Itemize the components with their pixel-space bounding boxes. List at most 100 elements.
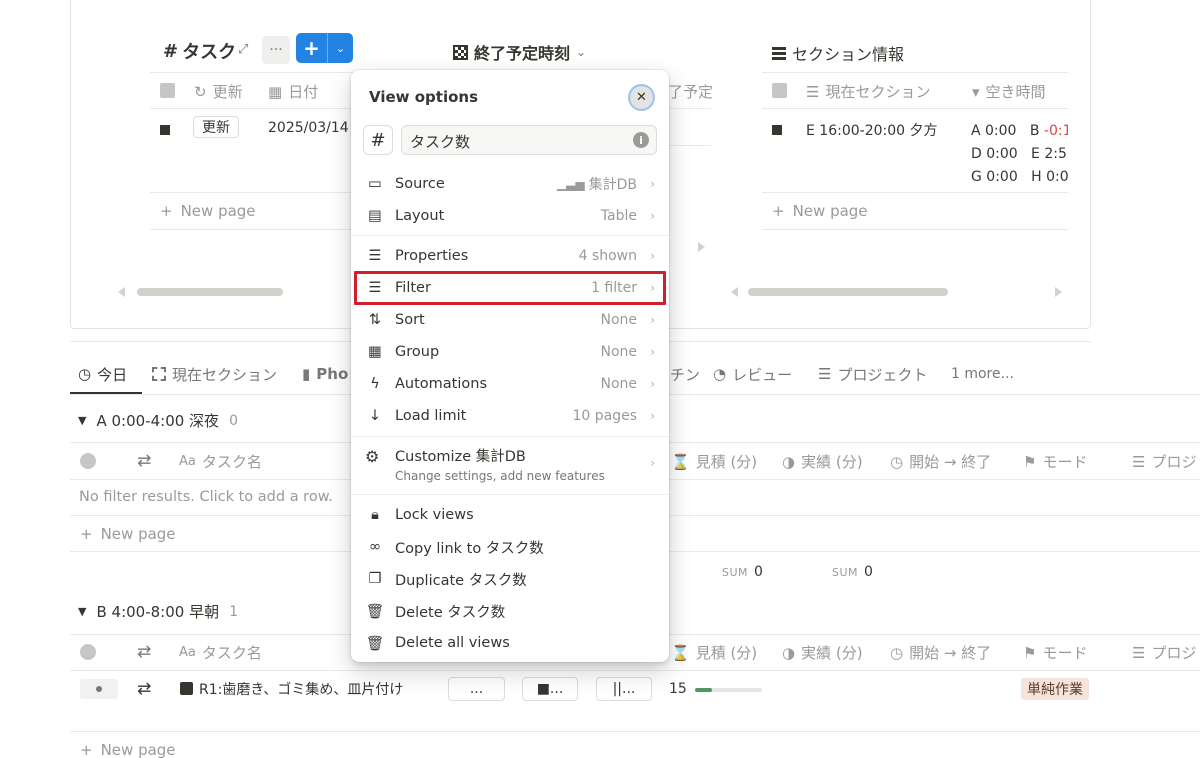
chevron-down-icon[interactable]: ⌄ (576, 45, 586, 59)
row-checkbox[interactable] (80, 679, 118, 699)
new-page-button[interactable]: + New page (80, 741, 176, 758)
group-header-a[interactable]: ▼ A 0:00-4:00 深夜 0 (78, 410, 238, 431)
expand-icon[interactable]: ⤢ (238, 42, 248, 57)
bolt-icon: ϟ (370, 376, 380, 392)
scroll-right-arrow[interactable] (698, 242, 705, 252)
menu-item-properties[interactable]: ☰ Properties 4 shown › (351, 241, 669, 271)
plus-icon: + (772, 202, 785, 220)
tab-today[interactable]: ◷ 今日 (78, 362, 127, 386)
new-page-button[interactable]: + New page (80, 525, 176, 543)
end-time-view-title[interactable]: 終了予定時刻 ⌄ (453, 40, 586, 64)
section-info-view-title[interactable]: セクション情報 (772, 41, 904, 65)
menu-item-group[interactable]: ▦ Group None › (351, 337, 669, 367)
free-time-cell[interactable]: A 0:00 B -0:15 D 0:00 E 2:53 G 0:00 H 0:… (971, 120, 1068, 186)
col-task-name[interactable]: Aa タスク名 (179, 642, 262, 663)
menu-item-delete-all-views[interactable]: 🗑︎ Delete all views (351, 628, 669, 658)
menu-item-lock-views[interactable]: 🔒︎ Lock views (351, 500, 669, 530)
tab-routine[interactable]: チン (670, 362, 700, 386)
scroll-right-arrow[interactable] (1055, 287, 1062, 297)
col-end-time-partial[interactable]: 了予定 (668, 81, 713, 102)
select-all-checkbox[interactable] (772, 83, 787, 102)
menu-item-copy-link[interactable]: ∞ Copy link to タスク数 (351, 532, 669, 562)
col-actual[interactable]: ◑ 実績 (分) (782, 451, 863, 472)
mode-tag[interactable]: 単純作業 (1021, 678, 1089, 700)
gear-icon: ⚙ (365, 447, 380, 466)
col-estimate[interactable]: ⌛ 見積 (分) (671, 642, 757, 663)
clock-icon: ◷ (78, 365, 92, 383)
chevron-right-icon: › (650, 177, 655, 191)
col-start-end[interactable]: ◷ 開始 → 終了 (890, 642, 991, 663)
section-value-cell[interactable]: E 16:00-20:00 夕方 (806, 120, 938, 140)
triangle-down-icon: ▼ (78, 414, 87, 427)
col-actual[interactable]: ◑ 実績 (分) (782, 642, 863, 663)
select-all-checkbox[interactable] (80, 453, 96, 473)
stop-button[interactable]: ■... (522, 677, 578, 701)
new-page-button[interactable]: + New page (160, 202, 256, 220)
trash-icon: 🗑︎ (365, 635, 385, 652)
add-new-button[interactable]: + (296, 33, 328, 63)
row-checkbox[interactable] (160, 123, 170, 139)
view-options-popup: View options ✕ # タスク数 i ▭ Source ▁▃▅ 集計DB… (351, 70, 669, 662)
dashed-square-icon (152, 367, 166, 381)
row-checkbox[interactable] (772, 123, 782, 139)
col-mode[interactable]: ⚑ モード (1023, 451, 1087, 472)
col-task-name[interactable]: Aa タスク名 (179, 451, 262, 472)
task-name-cell[interactable]: R1:歯磨き、ゴミ集め、皿片付け (180, 679, 430, 701)
tab-more[interactable]: 1 more... (951, 362, 1014, 386)
menu-item-filter[interactable]: ☰ Filter 1 filter › (351, 273, 669, 303)
stopwatch-icon: ◑ (782, 452, 796, 471)
tab-review[interactable]: ◔ レビュー (713, 362, 792, 386)
phone-icon: ▮ (302, 365, 311, 383)
menu-item-sort[interactable]: ⇅ Sort None › (351, 305, 669, 335)
task-action-button[interactable]: ... (448, 677, 505, 701)
view-icon-picker[interactable]: # (363, 125, 393, 155)
col-current-section[interactable]: ☰ 現在セクション (806, 81, 930, 102)
info-icon[interactable]: i (633, 132, 649, 148)
chevron-right-icon: › (650, 377, 655, 391)
tab-current-section[interactable]: 現在セクション (152, 362, 277, 386)
sum-actual[interactable]: SUM 0 (832, 564, 873, 580)
sum-estimate[interactable]: SUM 0 (722, 564, 763, 580)
date-cell[interactable]: 2025/03/14 (268, 120, 349, 136)
estimate-value[interactable]: 15 (669, 681, 687, 697)
col-project[interactable]: ☰ プロジ (1132, 642, 1196, 663)
col-mode[interactable]: ⚑ モード (1023, 642, 1087, 663)
new-page-button[interactable]: + New page (772, 202, 868, 220)
tab-project[interactable]: ☰ プロジェクト (818, 362, 927, 386)
col-date[interactable]: ▦ 日付 (268, 81, 318, 102)
col-refresh[interactable]: ↻ 更新 (194, 81, 243, 102)
menu-item-source[interactable]: ▭ Source ▁▃▅ 集計DB › (351, 169, 669, 199)
menu-item-delete-view[interactable]: 🗑︎ Delete タスク数 (351, 596, 669, 626)
scroll-left-arrow[interactable] (118, 287, 125, 297)
empty-filter-message[interactable]: No filter results. Click to add a row. (79, 489, 333, 505)
group-header-b[interactable]: ▼ B 4:00-8:00 早朝 1 (78, 601, 238, 622)
menu-item-automations[interactable]: ϟ Automations None › (351, 369, 669, 399)
menu-item-duplicate[interactable]: ❐ Duplicate タスク数 (351, 564, 669, 594)
repeat-icon: ⇄ (137, 451, 152, 471)
refresh-button[interactable]: 更新 (193, 116, 239, 138)
view-title[interactable]: # タスク (163, 38, 236, 64)
tab-phone[interactable]: ▮ Pho (302, 362, 348, 386)
close-icon[interactable]: ✕ (630, 86, 653, 109)
refresh-icon: ↻ (194, 82, 207, 101)
col-project[interactable]: ☰ プロジ (1132, 451, 1196, 472)
plus-icon: + (160, 202, 173, 220)
col-free-time[interactable]: ▾ 空き時間 (972, 81, 1046, 102)
pause-button[interactable]: ||... (596, 677, 652, 701)
menu-item-customize[interactable]: ⚙ Customize 集計DB Change settings, add ne… (351, 442, 669, 490)
select-all-checkbox[interactable] (80, 644, 96, 664)
menu-item-load-limit[interactable]: ↓ Load limit 10 pages › (351, 401, 669, 431)
col-estimate[interactable]: ⌛ 見積 (分) (671, 451, 757, 472)
view-name-input[interactable]: タスク数 i (401, 125, 657, 155)
menu-item-layout[interactable]: ▤ Layout Table › (351, 201, 669, 231)
page-icon (180, 682, 193, 695)
stack-icon: ☰ (1132, 452, 1146, 471)
more-options-button[interactable]: ··· (262, 36, 290, 64)
chevron-down-icon[interactable]: ⌄ (328, 33, 353, 63)
lock-icon: 🔒︎ (371, 507, 379, 523)
col-start-end[interactable]: ◷ 開始 → 終了 (890, 451, 991, 472)
horizontal-scrollbar[interactable] (748, 288, 948, 296)
horizontal-scrollbar[interactable] (137, 288, 283, 296)
scroll-left-arrow[interactable] (731, 287, 738, 297)
select-all-checkbox[interactable] (160, 83, 175, 102)
